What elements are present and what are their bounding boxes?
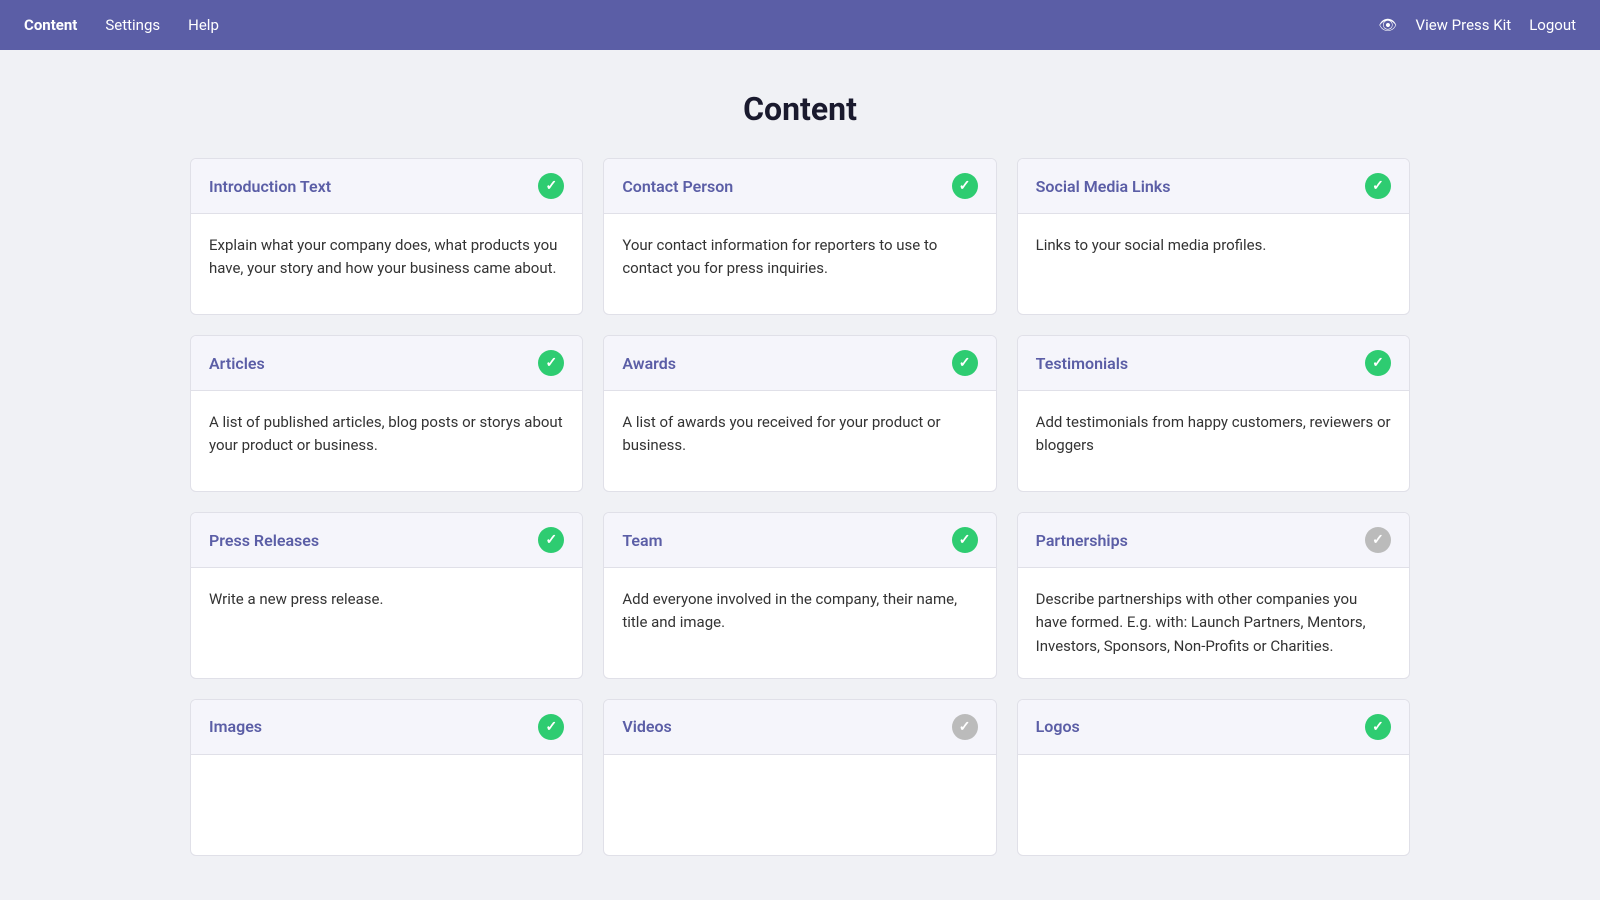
card-header-introduction-text: Introduction Text: [191, 159, 582, 214]
card-header-logos: Logos: [1018, 700, 1409, 755]
nav-left: Content Settings Help: [24, 16, 219, 34]
check-icon-images: [538, 714, 564, 740]
card-title-introduction-text: Introduction Text: [209, 177, 331, 196]
card-videos[interactable]: Videos: [603, 699, 996, 856]
card-header-social-media-links: Social Media Links: [1018, 159, 1409, 214]
card-body-introduction-text: Explain what your company does, what pro…: [191, 214, 582, 314]
card-partnerships[interactable]: Partnerships Describe partnerships with …: [1017, 512, 1410, 679]
card-title-articles: Articles: [209, 354, 265, 373]
content-grid: Introduction Text Explain what your comp…: [150, 158, 1450, 896]
card-header-testimonials: Testimonials: [1018, 336, 1409, 391]
card-title-contact-person: Contact Person: [622, 177, 733, 196]
nav-settings[interactable]: Settings: [105, 16, 160, 34]
check-icon-articles: [538, 350, 564, 376]
check-icon-social-media-links: [1365, 173, 1391, 199]
check-icon-awards: [952, 350, 978, 376]
card-title-team: Team: [622, 531, 662, 550]
card-press-releases[interactable]: Press Releases Write a new press release…: [190, 512, 583, 679]
card-body-videos: [604, 755, 995, 855]
card-header-articles: Articles: [191, 336, 582, 391]
card-body-articles: A list of published articles, blog posts…: [191, 391, 582, 491]
card-awards[interactable]: Awards A list of awards you received for…: [603, 335, 996, 492]
navbar: Content Settings Help 👁 View Press Kit L…: [0, 0, 1600, 50]
card-header-contact-person: Contact Person: [604, 159, 995, 214]
card-header-images: Images: [191, 700, 582, 755]
check-icon-introduction-text: [538, 173, 564, 199]
card-title-images: Images: [209, 717, 262, 736]
card-introduction-text[interactable]: Introduction Text Explain what your comp…: [190, 158, 583, 315]
card-header-videos: Videos: [604, 700, 995, 755]
check-icon-partnerships: [1365, 527, 1391, 553]
card-testimonials[interactable]: Testimonials Add testimonials from happy…: [1017, 335, 1410, 492]
card-title-testimonials: Testimonials: [1036, 354, 1129, 373]
card-images[interactable]: Images: [190, 699, 583, 856]
eye-icon: 👁: [1378, 16, 1397, 34]
card-team[interactable]: Team Add everyone involved in the compan…: [603, 512, 996, 679]
card-body-testimonials: Add testimonials from happy customers, r…: [1018, 391, 1409, 491]
card-title-press-releases: Press Releases: [209, 531, 319, 550]
card-title-awards: Awards: [622, 354, 676, 373]
nav-content[interactable]: Content: [24, 16, 77, 34]
check-icon-logos: [1365, 714, 1391, 740]
card-title-partnerships: Partnerships: [1036, 531, 1128, 550]
card-logos[interactable]: Logos: [1017, 699, 1410, 856]
nav-right: 👁 View Press Kit Logout: [1378, 16, 1576, 34]
card-header-awards: Awards: [604, 336, 995, 391]
logout-button[interactable]: Logout: [1529, 16, 1576, 34]
check-icon-testimonials: [1365, 350, 1391, 376]
check-icon-videos: [952, 714, 978, 740]
card-contact-person[interactable]: Contact Person Your contact information …: [603, 158, 996, 315]
card-articles[interactable]: Articles A list of published articles, b…: [190, 335, 583, 492]
card-body-awards: A list of awards you received for your p…: [604, 391, 995, 491]
card-body-team: Add everyone involved in the company, th…: [604, 568, 995, 668]
card-header-press-releases: Press Releases: [191, 513, 582, 568]
card-body-social-media-links: Links to your social media profiles.: [1018, 214, 1409, 314]
card-body-logos: [1018, 755, 1409, 855]
card-body-images: [191, 755, 582, 855]
check-icon-press-releases: [538, 527, 564, 553]
card-title-videos: Videos: [622, 717, 671, 736]
page-title: Content: [0, 90, 1600, 128]
card-title-social-media-links: Social Media Links: [1036, 177, 1171, 196]
card-body-press-releases: Write a new press release.: [191, 568, 582, 668]
card-header-partnerships: Partnerships: [1018, 513, 1409, 568]
card-header-team: Team: [604, 513, 995, 568]
check-icon-team: [952, 527, 978, 553]
card-body-partnerships: Describe partnerships with other compani…: [1018, 568, 1409, 678]
card-social-media-links[interactable]: Social Media Links Links to your social …: [1017, 158, 1410, 315]
nav-help[interactable]: Help: [188, 16, 219, 34]
card-body-contact-person: Your contact information for reporters t…: [604, 214, 995, 314]
view-press-kit-link[interactable]: View Press Kit: [1416, 16, 1512, 34]
check-icon-contact-person: [952, 173, 978, 199]
card-title-logos: Logos: [1036, 717, 1080, 736]
